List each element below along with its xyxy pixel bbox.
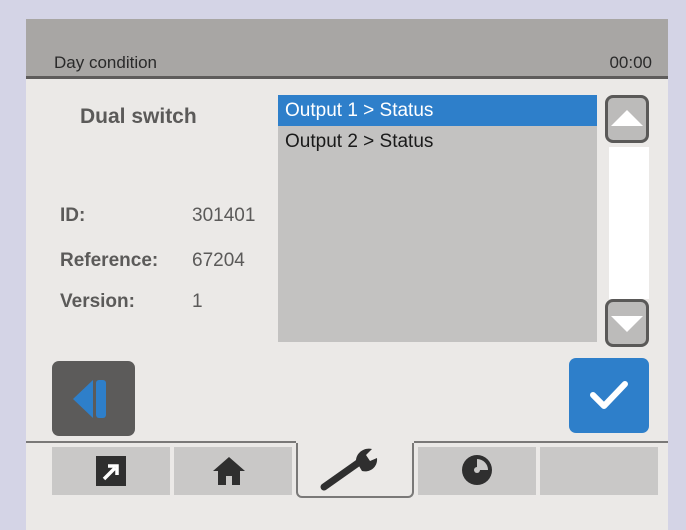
back-icon <box>73 380 106 418</box>
arrow-out-icon <box>96 456 126 486</box>
device-name: Dual switch <box>80 105 197 128</box>
tab-media[interactable] <box>418 447 536 495</box>
id-value: 301401 <box>192 205 256 226</box>
device-screen: Day condition 00:00 Dual switch ID: 3014… <box>26 19 668 530</box>
tab-settings[interactable] <box>296 443 414 498</box>
reference-label: Reference: <box>60 250 159 271</box>
list-item[interactable]: Output 2 > Status <box>278 126 597 157</box>
reference-value: 67204 <box>192 250 245 271</box>
version-value: 1 <box>192 291 203 312</box>
scroll-down-button[interactable] <box>605 299 649 347</box>
disc-icon <box>462 455 492 485</box>
confirm-button[interactable] <box>569 358 649 433</box>
clock: 00:00 <box>609 53 652 72</box>
list-item[interactable]: Output 1 > Status <box>278 95 597 126</box>
title-bar: Day condition 00:00 <box>26 19 668 79</box>
scrollbar-track[interactable] <box>609 147 649 299</box>
page-title: Day condition <box>54 53 158 72</box>
triangle-up-icon <box>611 110 643 126</box>
home-icon <box>213 457 245 485</box>
version-label: Version: <box>60 291 135 312</box>
tab-home[interactable] <box>174 447 292 495</box>
wrench-icon <box>320 448 378 491</box>
tab-divider-left <box>26 441 296 443</box>
tab-divider-right <box>414 441 668 443</box>
id-label: ID: <box>60 205 86 226</box>
triangle-down-icon <box>611 316 643 332</box>
checkmark-icon <box>590 381 628 409</box>
tab-empty[interactable] <box>540 447 658 495</box>
tab-shortcut[interactable] <box>52 447 170 495</box>
back-button[interactable] <box>52 361 135 436</box>
output-list: Output 1 > Status Output 2 > Status <box>278 95 597 342</box>
scroll-up-button[interactable] <box>605 95 649 143</box>
